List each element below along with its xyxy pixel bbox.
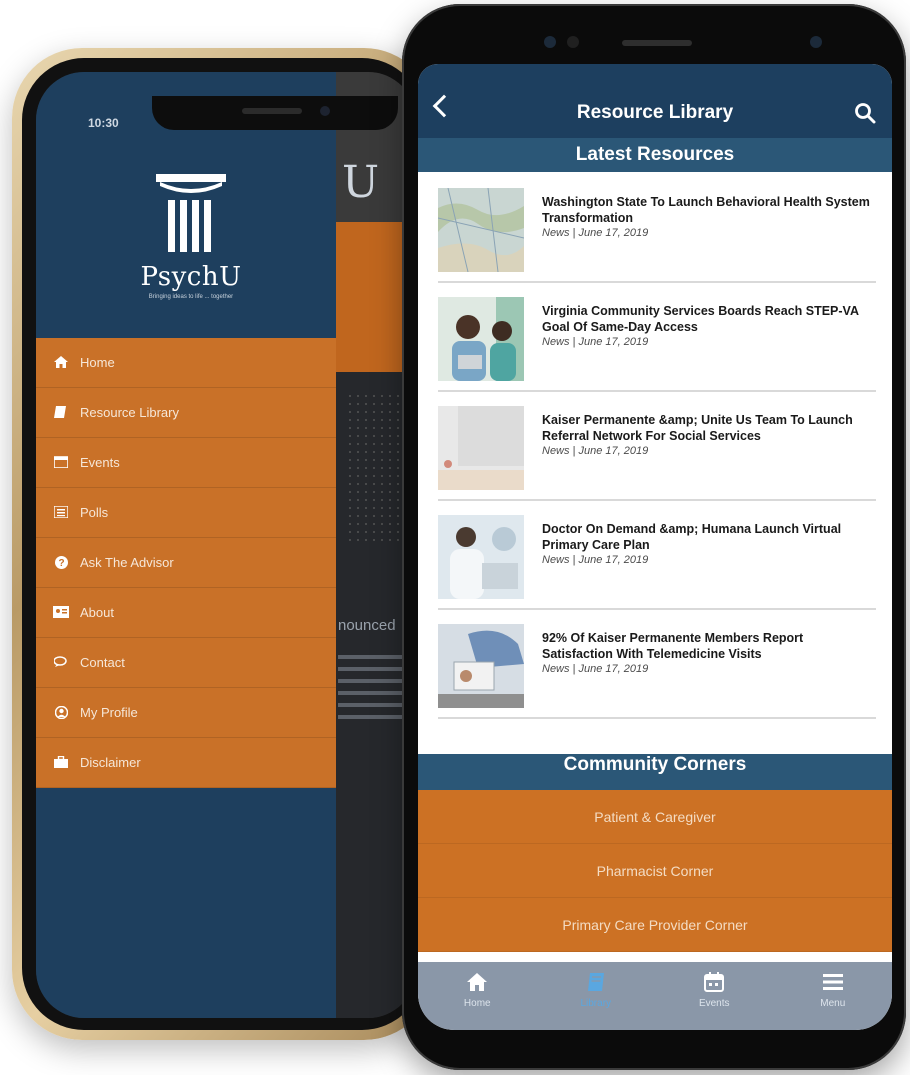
- brand-name: PsychU: [140, 262, 242, 292]
- menu-item-label: Polls: [80, 505, 109, 520]
- menu-item-about[interactable]: About: [36, 588, 336, 638]
- menu-item-polls[interactable]: Polls: [36, 488, 336, 538]
- id-card-icon: [52, 605, 70, 620]
- tab-menu[interactable]: Menu: [774, 962, 893, 1030]
- news-list: Washington State To Launch Behavioral He…: [418, 174, 892, 719]
- sensor: [544, 36, 556, 48]
- user-icon: [52, 705, 70, 720]
- news-title-text: Virginia Community Services Boards Reach…: [542, 304, 859, 334]
- sensor: [567, 36, 579, 48]
- corner-primary-care-provider[interactable]: Primary Care Provider Corner: [418, 898, 892, 952]
- tab-label: Events: [698, 998, 730, 1009]
- news-title-text: Doctor On Demand &amp; Humana Launch Vir…: [542, 522, 842, 552]
- question-icon: ?: [52, 555, 70, 570]
- community-corners-header: Community Corners: [418, 754, 892, 790]
- latest-resources-header: Latest Resources: [418, 138, 892, 172]
- menu-item-events[interactable]: Events: [36, 438, 336, 488]
- background-logo-fragment: U: [342, 157, 380, 208]
- menu-item-disclaimer[interactable]: Disclaimer: [36, 738, 336, 788]
- background-image: [346, 392, 406, 542]
- news-item[interactable]: Doctor On Demand &amp; Humana Launch Vir…: [438, 501, 876, 610]
- menu-item-label: Disclaimer: [80, 755, 141, 770]
- front-phone: Resource Library Latest Resources Washin…: [402, 4, 906, 1070]
- menu-item-home[interactable]: Home: [36, 338, 336, 388]
- menu-item-label: Ask The Advisor: [80, 555, 174, 570]
- news-item[interactable]: Washington State To Launch Behavioral He…: [438, 174, 876, 283]
- briefcase-icon: [52, 755, 70, 770]
- news-meta: News | June 17, 2019: [542, 336, 649, 348]
- home-icon: [52, 355, 70, 370]
- news-meta: News | June 17, 2019: [542, 445, 649, 457]
- tab-label: Home: [463, 998, 491, 1009]
- phone-notch: [152, 96, 398, 130]
- front-phone-top: [462, 22, 842, 62]
- menu-item-label: Events: [80, 455, 120, 470]
- menu-item-label: Contact: [80, 655, 125, 670]
- tab-events[interactable]: Events: [655, 962, 774, 1030]
- back-phone-screen: U nounced 10:30 PsychU Bringing ideas to…: [36, 72, 416, 1018]
- doctor-photo-thumbnail: [438, 515, 524, 599]
- news-title-text: 92% Of Kaiser Permanente Members Report …: [542, 631, 804, 661]
- menu-item-contact[interactable]: Contact: [36, 638, 336, 688]
- news-meta: News | June 17, 2019: [542, 663, 649, 675]
- brand-tagline: Bringing ideas to life ... together: [148, 294, 234, 300]
- menu-item-label: My Profile: [80, 705, 138, 720]
- menu-icon: [822, 974, 843, 990]
- tab-label: Menu: [820, 998, 846, 1009]
- back-phone: U nounced 10:30 PsychU Bringing ideas to…: [12, 48, 434, 1040]
- column-logo-icon: [156, 174, 226, 252]
- news-meta: News | June 17, 2019: [542, 227, 649, 239]
- news-title: Virginia Community Services Boards Reach…: [542, 303, 876, 348]
- telemedicine-photo-thumbnail: [438, 624, 524, 708]
- psychu-logo: PsychU Bringing ideas to life ... togeth…: [126, 172, 256, 300]
- tab-home[interactable]: Home: [418, 962, 537, 1030]
- search-icon[interactable]: [854, 102, 876, 124]
- news-item[interactable]: Virginia Community Services Boards Reach…: [438, 283, 876, 392]
- menu-item-my-profile[interactable]: My Profile: [36, 688, 336, 738]
- camera: [810, 36, 822, 48]
- chat-icon: [52, 655, 70, 670]
- bottom-tab-bar: Home Library Events Menu: [418, 962, 892, 1030]
- speaker: [242, 108, 302, 114]
- front-phone-screen: Resource Library Latest Resources Washin…: [418, 64, 892, 1030]
- calendar-icon: [704, 972, 725, 992]
- speaker: [622, 40, 692, 46]
- svg-text:?: ?: [58, 558, 64, 569]
- side-drawer: 10:30 PsychU Bringing ideas to life ... …: [36, 72, 336, 1018]
- book-icon: [52, 405, 70, 420]
- news-title-text: Kaiser Permanente &amp; Unite Us Team To…: [542, 413, 853, 443]
- map-thumbnail: [438, 188, 524, 272]
- list-icon: [52, 504, 70, 520]
- news-title-text: Washington State To Launch Behavioral He…: [542, 195, 870, 225]
- news-title: Washington State To Launch Behavioral He…: [542, 194, 876, 239]
- news-title: Kaiser Permanente &amp; Unite Us Team To…: [542, 412, 876, 457]
- drawer-menu: Home Resource Library Events Polls ? Ask…: [36, 338, 336, 788]
- page-title: Resource Library: [576, 102, 734, 123]
- menu-item-label: Resource Library: [80, 405, 179, 420]
- library-icon: [587, 973, 604, 991]
- news-item[interactable]: Kaiser Permanente &amp; Unite Us Team To…: [438, 392, 876, 501]
- menu-item-resource-library[interactable]: Resource Library: [36, 388, 336, 438]
- menu-item-ask-the-advisor[interactable]: ? Ask The Advisor: [36, 538, 336, 588]
- news-title: Doctor On Demand &amp; Humana Launch Vir…: [542, 521, 876, 566]
- corner-patient-caregiver[interactable]: Patient & Caregiver: [418, 790, 892, 844]
- people-photo-thumbnail: [438, 297, 524, 381]
- tab-label: Library: [580, 998, 612, 1009]
- corner-pharmacist[interactable]: Pharmacist Corner: [418, 844, 892, 898]
- office-photo-thumbnail: [438, 406, 524, 490]
- tab-library[interactable]: Library: [537, 962, 656, 1030]
- community-corners: Community Corners Patient & Caregiver Ph…: [418, 754, 892, 952]
- news-title: 92% Of Kaiser Permanente Members Report …: [542, 630, 876, 675]
- news-item[interactable]: 92% Of Kaiser Permanente Members Report …: [438, 610, 876, 719]
- calendar-icon: [52, 455, 70, 470]
- menu-item-label: About: [80, 605, 114, 620]
- background-text-lines: [338, 647, 408, 727]
- menu-item-label: Home: [80, 355, 115, 370]
- app-header: Resource Library: [418, 64, 892, 138]
- camera: [320, 106, 330, 116]
- background-text: nounced: [338, 617, 396, 634]
- news-meta: News | June 17, 2019: [542, 554, 649, 566]
- status-time: 10:30: [88, 116, 119, 130]
- home-icon: [467, 973, 488, 991]
